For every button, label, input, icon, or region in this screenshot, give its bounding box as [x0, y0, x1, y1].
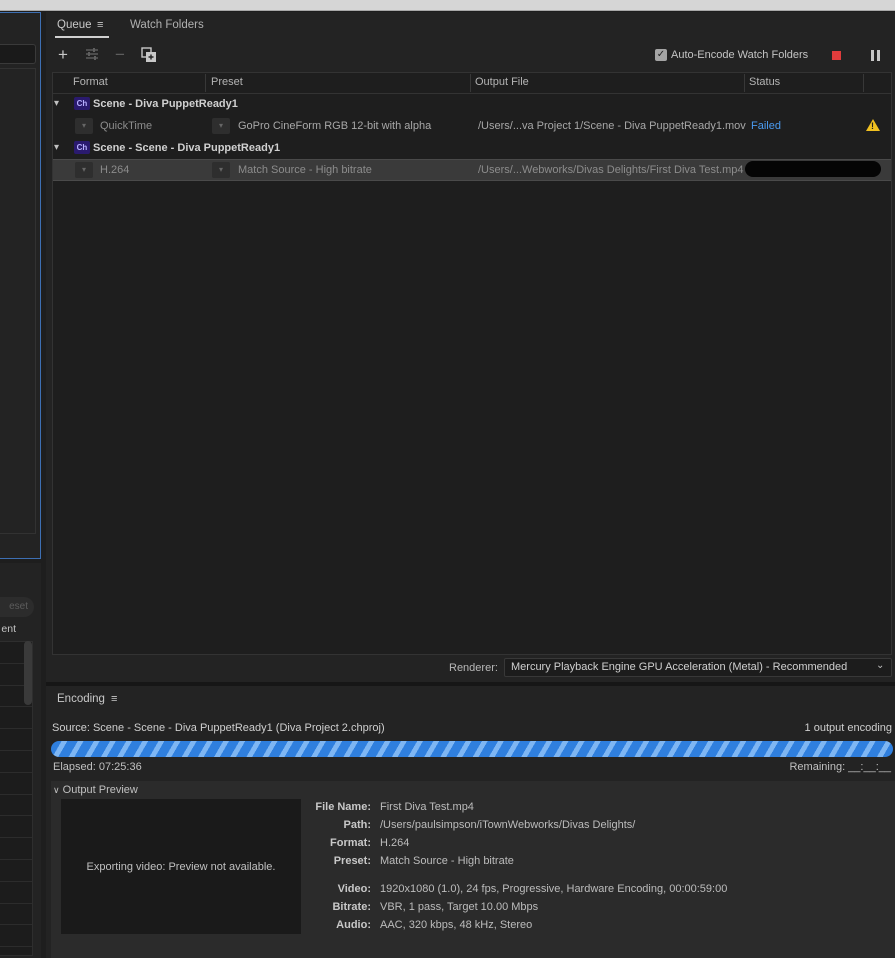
column-header-output-file[interactable]: Output File: [475, 76, 529, 88]
meta-value-video: 1920x1080 (1.0), 24 fps, Progressive, Ha…: [380, 883, 728, 895]
table-row: [0, 904, 32, 926]
minus-icon[interactable]: −: [115, 46, 125, 63]
character-animator-icon: Ch: [74, 141, 90, 154]
table-row: [0, 795, 32, 817]
column-header-status[interactable]: Status: [749, 76, 780, 88]
renderer-select[interactable]: Mercury Playback Engine GPU Acceleration…: [504, 658, 892, 677]
item-progress-bar: [745, 161, 881, 177]
item-format[interactable]: H.264: [100, 164, 129, 176]
left-search-field[interactable]: [0, 44, 36, 64]
column-header-format[interactable]: Format: [73, 76, 108, 88]
preview-message: Exporting video: Preview not available.: [86, 861, 276, 873]
pause-queue-button[interactable]: [871, 50, 880, 61]
group-source-name: Scene - Scene - Diva PuppetReady1: [93, 142, 281, 154]
left-scrollbar-thumb[interactable]: [24, 641, 32, 705]
remaining-time: Remaining: __:__:__: [789, 761, 891, 773]
item-status: Failed: [751, 120, 781, 132]
meta-key-format: Format:: [330, 837, 371, 849]
column-header-preset[interactable]: Preset: [211, 76, 243, 88]
preset-dropdown[interactable]: ▾: [212, 162, 230, 178]
meta-value-format: H.264: [380, 837, 410, 849]
left-column-label: ent: [1, 623, 16, 635]
table-row: [0, 838, 32, 860]
chevron-down-icon[interactable]: ⌄: [876, 660, 884, 671]
table-row: [0, 729, 32, 751]
chevron-down-icon[interactable]: ▾: [54, 142, 59, 153]
table-row: [0, 882, 32, 904]
character-animator-icon: Ch: [74, 97, 90, 110]
meta-value-preset: Match Source - High bitrate: [380, 855, 514, 867]
table-row: [0, 816, 32, 839]
item-format[interactable]: QuickTime: [100, 120, 152, 132]
plus-icon[interactable]: +: [58, 46, 68, 63]
output-preview-label: Output Preview: [62, 784, 138, 796]
column-divider[interactable]: [470, 74, 471, 92]
meta-key-path: Path:: [343, 819, 372, 831]
format-dropdown[interactable]: ▾: [75, 118, 93, 134]
table-row: [0, 751, 32, 773]
table-row: [0, 925, 32, 948]
table-row: [0, 860, 32, 882]
preset-dropdown[interactable]: ▾: [212, 118, 230, 134]
output-count: 1 output encoding: [804, 722, 892, 734]
meta-value-bitrate: VBR, 1 pass, Target 10.00 Mbps: [380, 901, 539, 913]
item-preset[interactable]: Match Source - High bitrate: [238, 164, 372, 176]
window-title-bar: [0, 0, 895, 11]
group-source-name: Scene - Diva PuppetReady1: [93, 98, 238, 110]
meta-value-file-name: First Diva Test.mp4: [380, 801, 474, 813]
elapsed-time: Elapsed: 07:25:36: [53, 761, 142, 773]
item-output-file[interactable]: /Users/...va Project 1/Scene - Diva Pupp…: [478, 120, 746, 132]
meta-value-audio: AAC, 320 kbps, 48 kHz, Stereo: [380, 919, 533, 931]
chevron-down-icon: ∨: [53, 785, 60, 795]
output-preview-toggle[interactable]: ∨ Output Preview: [53, 784, 138, 796]
left-reset-button[interactable]: eset: [0, 597, 34, 617]
encoding-panel-menu-icon[interactable]: ≡: [111, 693, 117, 705]
meta-key-file-name: File Name:: [315, 801, 371, 813]
meta-key-bitrate: Bitrate:: [332, 901, 371, 913]
chevron-down-icon[interactable]: ▾: [54, 98, 59, 109]
meta-key-video: Video:: [337, 883, 371, 895]
active-tab-indicator: [55, 36, 109, 38]
sliders-icon[interactable]: [84, 46, 100, 65]
stop-queue-button[interactable]: [832, 51, 841, 60]
warning-mark: !: [871, 121, 874, 131]
column-divider[interactable]: [205, 74, 206, 92]
renderer-label: Renderer:: [449, 662, 498, 674]
meta-key-audio: Audio:: [336, 919, 371, 931]
table-row: [0, 707, 32, 730]
encoding-progress-bar: [51, 741, 893, 757]
item-preset[interactable]: GoPro CineForm RGB 12-bit with alpha: [238, 120, 431, 132]
meta-value-path: /Users/paulsimpson/iTownWebworks/Divas D…: [380, 819, 636, 831]
queue-panel-menu-icon[interactable]: ≡: [97, 19, 103, 31]
meta-key-preset: Preset:: [333, 855, 371, 867]
duplicate-icon[interactable]: [141, 47, 157, 66]
auto-encode-label: Auto-Encode Watch Folders: [671, 49, 809, 61]
table-row: [0, 773, 32, 795]
item-output-file[interactable]: /Users/...Webworks/Divas Delights/First …: [478, 164, 744, 176]
left-panel-content: [0, 68, 36, 534]
encoding-source: Source: Scene - Scene - Diva PuppetReady…: [52, 722, 385, 734]
auto-encode-checkbox[interactable]: ✓: [655, 49, 667, 61]
column-divider[interactable]: [863, 74, 864, 92]
encoding-panel-title[interactable]: Encoding: [57, 693, 105, 705]
column-divider[interactable]: [744, 74, 745, 92]
format-dropdown[interactable]: ▾: [75, 162, 93, 178]
tab-watch-folders[interactable]: Watch Folders: [130, 19, 204, 31]
tab-queue[interactable]: Queue: [57, 19, 92, 31]
